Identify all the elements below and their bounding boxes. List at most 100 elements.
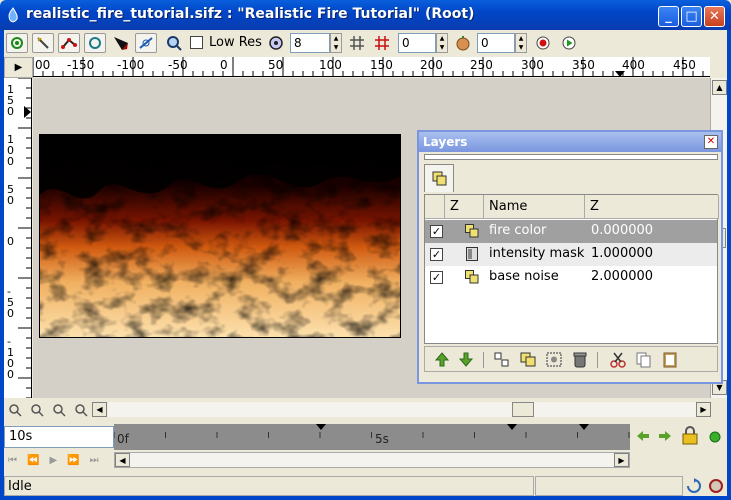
onion-skin-button[interactable] (453, 33, 473, 53)
layers-tab-icon (432, 171, 447, 186)
time-scroll-right[interactable]: ▶ (614, 453, 629, 467)
minimize-button[interactable]: _ (658, 6, 679, 27)
vruler-ticks (18, 78, 31, 398)
status-bar: Idle (4, 476, 534, 496)
time-scrollbar[interactable]: ◀ ▶ (114, 452, 630, 468)
window-frame-bottom (0, 496, 731, 500)
select-all-layers-icon[interactable] (545, 351, 563, 368)
quality-icon-button (266, 33, 286, 53)
quality-spinbox[interactable]: 8 (290, 33, 330, 53)
time-label: 5s (375, 432, 389, 446)
ruler-menu-button[interactable]: ▶ (4, 57, 33, 78)
onion-future-spin-arrows[interactable]: ▲ ▼ (515, 33, 527, 53)
layers-close-button[interactable]: ✕ (704, 135, 718, 149)
seek-begin-icon[interactable]: ⏮ (8, 455, 27, 466)
ruler-label: -100 (7, 335, 14, 381)
onion-future-spinbox[interactable]: 0 (477, 33, 515, 53)
canvas-toolbar: Low Res 8 ▲ ▼ 0 ▲ ▼ 0 ▲ ▼ (4, 30, 727, 56)
zoom-icon (167, 36, 182, 51)
transform-tool-button[interactable] (6, 33, 28, 53)
layer-row[interactable]: ✓ base noise 2.000000 (425, 266, 717, 289)
refresh-icon[interactable] (686, 478, 702, 494)
lower-layer-icon[interactable] (457, 351, 475, 368)
snap-grid-button[interactable] (372, 33, 392, 53)
time-track[interactable]: 0f 5s (114, 424, 630, 450)
layer-toggle-checkbox[interactable]: ✓ (430, 248, 443, 261)
rotate-tool-button[interactable] (84, 33, 106, 53)
hscroll-thumb[interactable] (512, 402, 534, 417)
low-res-label: Low Res (209, 35, 262, 50)
column-zdepth[interactable]: Z (585, 195, 719, 219)
hscroll-track[interactable] (108, 402, 696, 417)
ruler-label: 450 (673, 58, 696, 72)
zoom-100-icon[interactable] (74, 403, 88, 417)
window-title: realistic_fire_tutorial.sifz : "Realisti… (26, 6, 475, 22)
seek-next-icon[interactable]: ⏩ (67, 455, 89, 466)
ruler-label: 150 (7, 83, 14, 118)
layer-row[interactable]: ✓ fire color 0.000000 (425, 220, 717, 243)
zoom-tool-button[interactable] (164, 33, 184, 53)
app-icon (8, 7, 18, 23)
ruler-label: -50 (7, 285, 14, 320)
status-bar-secondary (535, 476, 683, 496)
scroll-up-button[interactable]: ▲ (712, 80, 727, 95)
quality-spin-arrows[interactable]: ▲ ▼ (330, 33, 342, 53)
raise-layer-icon[interactable] (433, 351, 451, 368)
paste-icon[interactable] (661, 351, 679, 368)
show-grid-button[interactable] (347, 33, 367, 53)
mirror-tool-button[interactable] (111, 33, 131, 53)
ruler-label: 350 (572, 58, 595, 72)
encapsulate-icon[interactable] (493, 351, 511, 368)
low-res-checkbox[interactable] (190, 36, 203, 49)
onion-past-spin-arrows[interactable]: ▲ ▼ (436, 33, 448, 53)
column-z[interactable]: Z (445, 195, 484, 219)
layer-row[interactable]: ✓ intensity mask 1.000000 (425, 243, 717, 266)
layers-tab[interactable] (424, 164, 454, 192)
zoom-fit-icon[interactable] (52, 403, 66, 417)
ruler-label: 50 (7, 183, 14, 207)
seek-end-icon[interactable]: ⏭ (90, 455, 109, 466)
draw-tool-button[interactable] (135, 33, 157, 53)
close-button[interactable]: ✕ (704, 6, 725, 27)
onion-past-spinbox[interactable]: 0 (398, 33, 436, 53)
ruler-label: 0 (7, 235, 14, 248)
animation-mode-indicator[interactable] (709, 431, 721, 443)
bone-tool-button[interactable] (58, 33, 80, 53)
play-icon[interactable]: ▶ (49, 455, 67, 466)
time-scroll-left[interactable]: ◀ (115, 453, 130, 467)
group-layer-icon (465, 270, 479, 284)
fire-render-image (40, 135, 400, 337)
duplicate-layer-icon[interactable] (519, 351, 537, 368)
playback-controls: ⏮⏪▶⏩⏭ (8, 455, 109, 466)
next-keyframe-icon[interactable] (658, 430, 672, 442)
render-canvas[interactable] (39, 134, 401, 338)
column-toggle[interactable] (425, 195, 445, 219)
layer-toggle-checkbox[interactable]: ✓ (430, 271, 443, 284)
record-button[interactable] (533, 33, 553, 53)
delete-layer-icon[interactable] (571, 351, 589, 368)
scroll-left-button[interactable]: ◀ (92, 402, 107, 417)
window-title-bar: realistic_fire_tutorial.sifz : "Realisti… (0, 0, 731, 30)
scroll-right-button[interactable]: ▶ (696, 402, 711, 417)
layers-action-bar (424, 346, 718, 372)
seek-prev-icon[interactable]: ⏪ (27, 455, 49, 466)
preview-button[interactable] (559, 33, 579, 53)
maximize-button[interactable]: □ (681, 6, 702, 27)
layer-z: 0.000000 (591, 223, 654, 238)
zoom-in-icon[interactable] (8, 403, 22, 417)
ruler-label: 150 (370, 58, 393, 72)
keyframe-lock-icon[interactable] (681, 426, 699, 446)
ruler-label: 100 (7, 133, 14, 168)
column-name[interactable]: Name (484, 195, 585, 219)
smooth-move-tool-button[interactable] (32, 33, 54, 53)
ruler-label: 50 (268, 58, 284, 72)
layers-panel-title: Layers (419, 132, 721, 152)
stop-render-icon[interactable] (708, 478, 724, 494)
zoom-out-icon[interactable] (30, 403, 44, 417)
end-time-field[interactable]: 10s (4, 426, 114, 448)
copy-icon[interactable] (635, 351, 653, 368)
cut-icon[interactable] (609, 351, 627, 368)
grid-icon (350, 36, 364, 50)
layer-toggle-checkbox[interactable]: ✓ (430, 225, 443, 238)
prev-keyframe-icon[interactable] (636, 430, 650, 442)
